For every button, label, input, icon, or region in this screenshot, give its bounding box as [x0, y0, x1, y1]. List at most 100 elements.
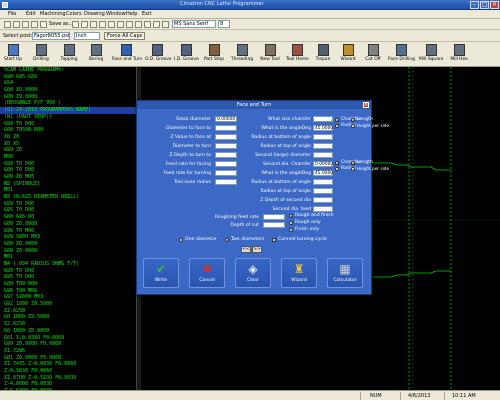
- tool-part-stop-button[interactable]: Part Stop: [203, 43, 225, 66]
- code-line[interactable]: G00 Z0.0000: [0, 248, 136, 255]
- chamfer-radio-1[interactable]: [335, 118, 339, 122]
- copy-icon[interactable]: [81, 21, 88, 28]
- save-icon[interactable]: [22, 21, 29, 28]
- tool-boring-button[interactable]: Boring: [85, 43, 107, 66]
- new-file-icon[interactable]: [4, 21, 11, 28]
- code-line[interactable]: X1.7475 Z-0.0030 F0.0060: [0, 361, 136, 368]
- open-folder-icon[interactable]: [13, 21, 20, 28]
- find-icon[interactable]: [108, 21, 115, 28]
- bold-icon[interactable]: [117, 21, 124, 28]
- code-line[interactable]: (REUSABLE P/F 956 ): [0, 100, 136, 107]
- left-field-input[interactable]: [215, 170, 237, 176]
- code-line[interactable]: M00: [0, 154, 136, 161]
- next-button[interactable]: >>: [252, 246, 262, 253]
- right-field-input[interactable]: [313, 116, 333, 122]
- align-right-icon[interactable]: [162, 21, 169, 28]
- nc-code-editor[interactable]: %CAM LATHE PROGRAM%~ G90 G95 G56 G54 G00 X9…: [0, 67, 137, 390]
- code-line[interactable]: G00 X0.0000: [0, 241, 136, 248]
- tool-tapping-button[interactable]: Tapping: [58, 43, 80, 66]
- right-field-input[interactable]: [313, 143, 333, 149]
- code-line[interactable]: G95 T0 D00: [0, 274, 136, 281]
- force-caps-button[interactable]: Force All Caps: [104, 32, 146, 40]
- cancel-button[interactable]: ✖ Cancel: [189, 258, 225, 288]
- code-line[interactable]: G97 S2000 M03: [0, 294, 136, 301]
- code-line[interactable]: G0 1000 Z9.5000: [0, 314, 136, 321]
- canned-cycle-checkbox[interactable]: [272, 237, 276, 242]
- align-center-icon[interactable]: [153, 21, 160, 28]
- menu-window[interactable]: Window: [106, 11, 126, 17]
- menu-edit[interactable]: Edit: [26, 11, 36, 17]
- right-field-input[interactable]: [313, 152, 333, 158]
- rough-and-finish-radio[interactable]: [289, 214, 293, 218]
- code-line[interactable]: G95 T0 D00: [0, 207, 136, 214]
- code-line[interactable]: X2.6250: [0, 321, 136, 328]
- code-line[interactable]: (N1 (PART STOP)): [0, 114, 136, 121]
- code-line[interactable]: N3 (0.625 DIAMETER DRILL): [0, 194, 136, 201]
- menu-help[interactable]: Help: [126, 11, 137, 17]
- code-line[interactable]: G99 T0 D00: [0, 161, 136, 168]
- tool-wizard-button[interactable]: Wizard: [338, 43, 358, 66]
- right-field-input[interactable]: 45.0000: [313, 125, 333, 131]
- save-as-icon[interactable]: [40, 21, 47, 28]
- code-line[interactable]: G00 T00 D00: [0, 281, 136, 288]
- tool-o-d-groove-button[interactable]: O.D. Groove: [145, 43, 172, 66]
- radius-radio-2[interactable]: [335, 167, 339, 171]
- tool-i-d-groove-button[interactable]: I.D. Groove: [174, 43, 199, 66]
- code-line[interactable]: G00 G95 D0: [0, 214, 136, 221]
- tool-threading-button[interactable]: Threading: [230, 43, 254, 66]
- code-line[interactable]: G01 Z0.0000 F0.0060: [0, 355, 136, 362]
- code-line[interactable]: G99 Z6: [0, 147, 136, 154]
- left-field-input[interactable]: [215, 152, 237, 158]
- code-line[interactable]: Z-0.9830 F0.0060: [0, 368, 136, 375]
- height-radio-1[interactable]: [351, 124, 355, 128]
- close-button[interactable]: ×: [490, 1, 499, 9]
- rough-only-radio[interactable]: [289, 221, 293, 225]
- depth-of-cut-input[interactable]: [263, 222, 285, 228]
- two-diameters-radio[interactable]: [225, 238, 229, 242]
- code-line[interactable]: G00 T0500 D00: [0, 127, 136, 134]
- tool-start-up-button[interactable]: Start Up: [2, 43, 24, 66]
- code-line[interactable]: G99 T0 D00: [0, 121, 136, 128]
- right-field-input[interactable]: [313, 188, 333, 194]
- tool-drilling-button[interactable]: Drilling: [29, 43, 53, 66]
- tool-trepan-button[interactable]: Trepan: [313, 43, 333, 66]
- code-line[interactable]: Z-4.0000 F0.0030: [0, 381, 136, 388]
- code-line[interactable]: G96 T0 M06: [0, 228, 136, 235]
- code-line[interactable]: G00 X0 M05: [0, 174, 136, 181]
- code-line[interactable]: G96 T00 M06: [0, 288, 136, 295]
- code-line[interactable]: M01: [0, 187, 136, 194]
- minimize-button[interactable]: –: [470, 1, 479, 9]
- left-field-input[interactable]: [215, 134, 237, 140]
- code-line[interactable]: (01-24-2013 PROGRAMMERS NAME): [0, 107, 136, 114]
- prev-button[interactable]: <<: [241, 246, 251, 253]
- maximize-button[interactable]: □: [480, 1, 489, 9]
- clear-button[interactable]: ◈ Clear: [235, 258, 271, 288]
- code-line[interactable]: G01 X-0.0380 F0.0060: [0, 335, 136, 342]
- font-select[interactable]: MS Sans Serif: [172, 20, 216, 28]
- code-line[interactable]: G92 1000 Z9.5000: [0, 301, 136, 308]
- left-field-input[interactable]: 0.00000: [215, 116, 237, 122]
- code-line[interactable]: N4 (.094 RADIUS VNMG F/T): [0, 261, 136, 268]
- left-field-input[interactable]: [215, 179, 237, 185]
- right-field-input[interactable]: [313, 134, 333, 140]
- calculator-button[interactable]: ▦ Calculator: [327, 258, 363, 288]
- code-line[interactable]: G0 1000 Z0.0000: [0, 328, 136, 335]
- align-left-icon[interactable]: [144, 21, 151, 28]
- tool-tool-home-button[interactable]: Tool Home: [286, 43, 309, 66]
- menu-colors[interactable]: Colors: [66, 11, 82, 17]
- write-button[interactable]: ✔ Write: [143, 258, 179, 288]
- code-line[interactable]: G99 S800 M03: [0, 234, 136, 241]
- post-select[interactable]: Fagor8055.pst: [32, 32, 70, 40]
- undo-icon[interactable]: [99, 21, 106, 28]
- code-line[interactable]: G99 T0 D00: [0, 268, 136, 275]
- height-radio-2[interactable]: [351, 167, 355, 171]
- menu-machining[interactable]: Machining: [40, 11, 66, 17]
- length-radio-1[interactable]: [351, 118, 355, 122]
- tool-mill-hex-button[interactable]: Mill Hex: [448, 43, 470, 66]
- cut-icon[interactable]: [72, 21, 79, 28]
- code-line[interactable]: M01: [0, 254, 136, 261]
- chamfer-radio-2[interactable]: [335, 161, 339, 165]
- menu-file[interactable]: File: [8, 11, 16, 17]
- underline-icon[interactable]: [135, 21, 142, 28]
- tool-face-drilling-button[interactable]: Face Drilling: [388, 43, 415, 66]
